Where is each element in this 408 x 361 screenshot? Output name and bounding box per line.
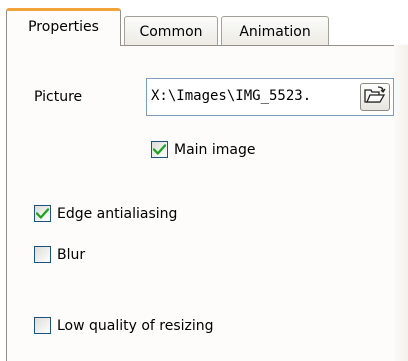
checkmark-icon	[153, 144, 166, 155]
picture-label: Picture	[34, 89, 83, 105]
edge-antialiasing-checkbox[interactable]	[34, 205, 51, 222]
picture-path-field[interactable]: X:\Images\IMG_5523.	[146, 78, 394, 116]
tab-properties-label: Properties	[28, 18, 99, 35]
low-quality-resizing-label: Low quality of resizing	[57, 318, 214, 334]
tab-properties[interactable]: Properties	[6, 8, 121, 46]
low-quality-resizing-checkbox[interactable]	[34, 317, 51, 334]
tab-strip: Common Animation Properties	[0, 0, 408, 46]
edge-antialiasing-label: Edge antialiasing	[57, 206, 178, 222]
main-image-checkbox[interactable]	[151, 141, 168, 158]
panel-edge-shade	[394, 45, 408, 361]
tab-animation-label: Animation	[239, 23, 311, 40]
main-image-label: Main image	[174, 142, 256, 158]
blur-checkbox[interactable]	[34, 246, 51, 263]
tab-animation[interactable]: Animation	[221, 16, 329, 46]
tab-common[interactable]: Common	[124, 16, 218, 46]
browse-button[interactable]	[360, 83, 390, 111]
open-folder-icon	[364, 86, 386, 108]
picture-path-value: X:\Images\IMG_5523.	[151, 88, 312, 104]
tab-common-label: Common	[139, 23, 203, 40]
checkmark-icon	[36, 208, 49, 219]
blur-label: Blur	[57, 247, 86, 263]
